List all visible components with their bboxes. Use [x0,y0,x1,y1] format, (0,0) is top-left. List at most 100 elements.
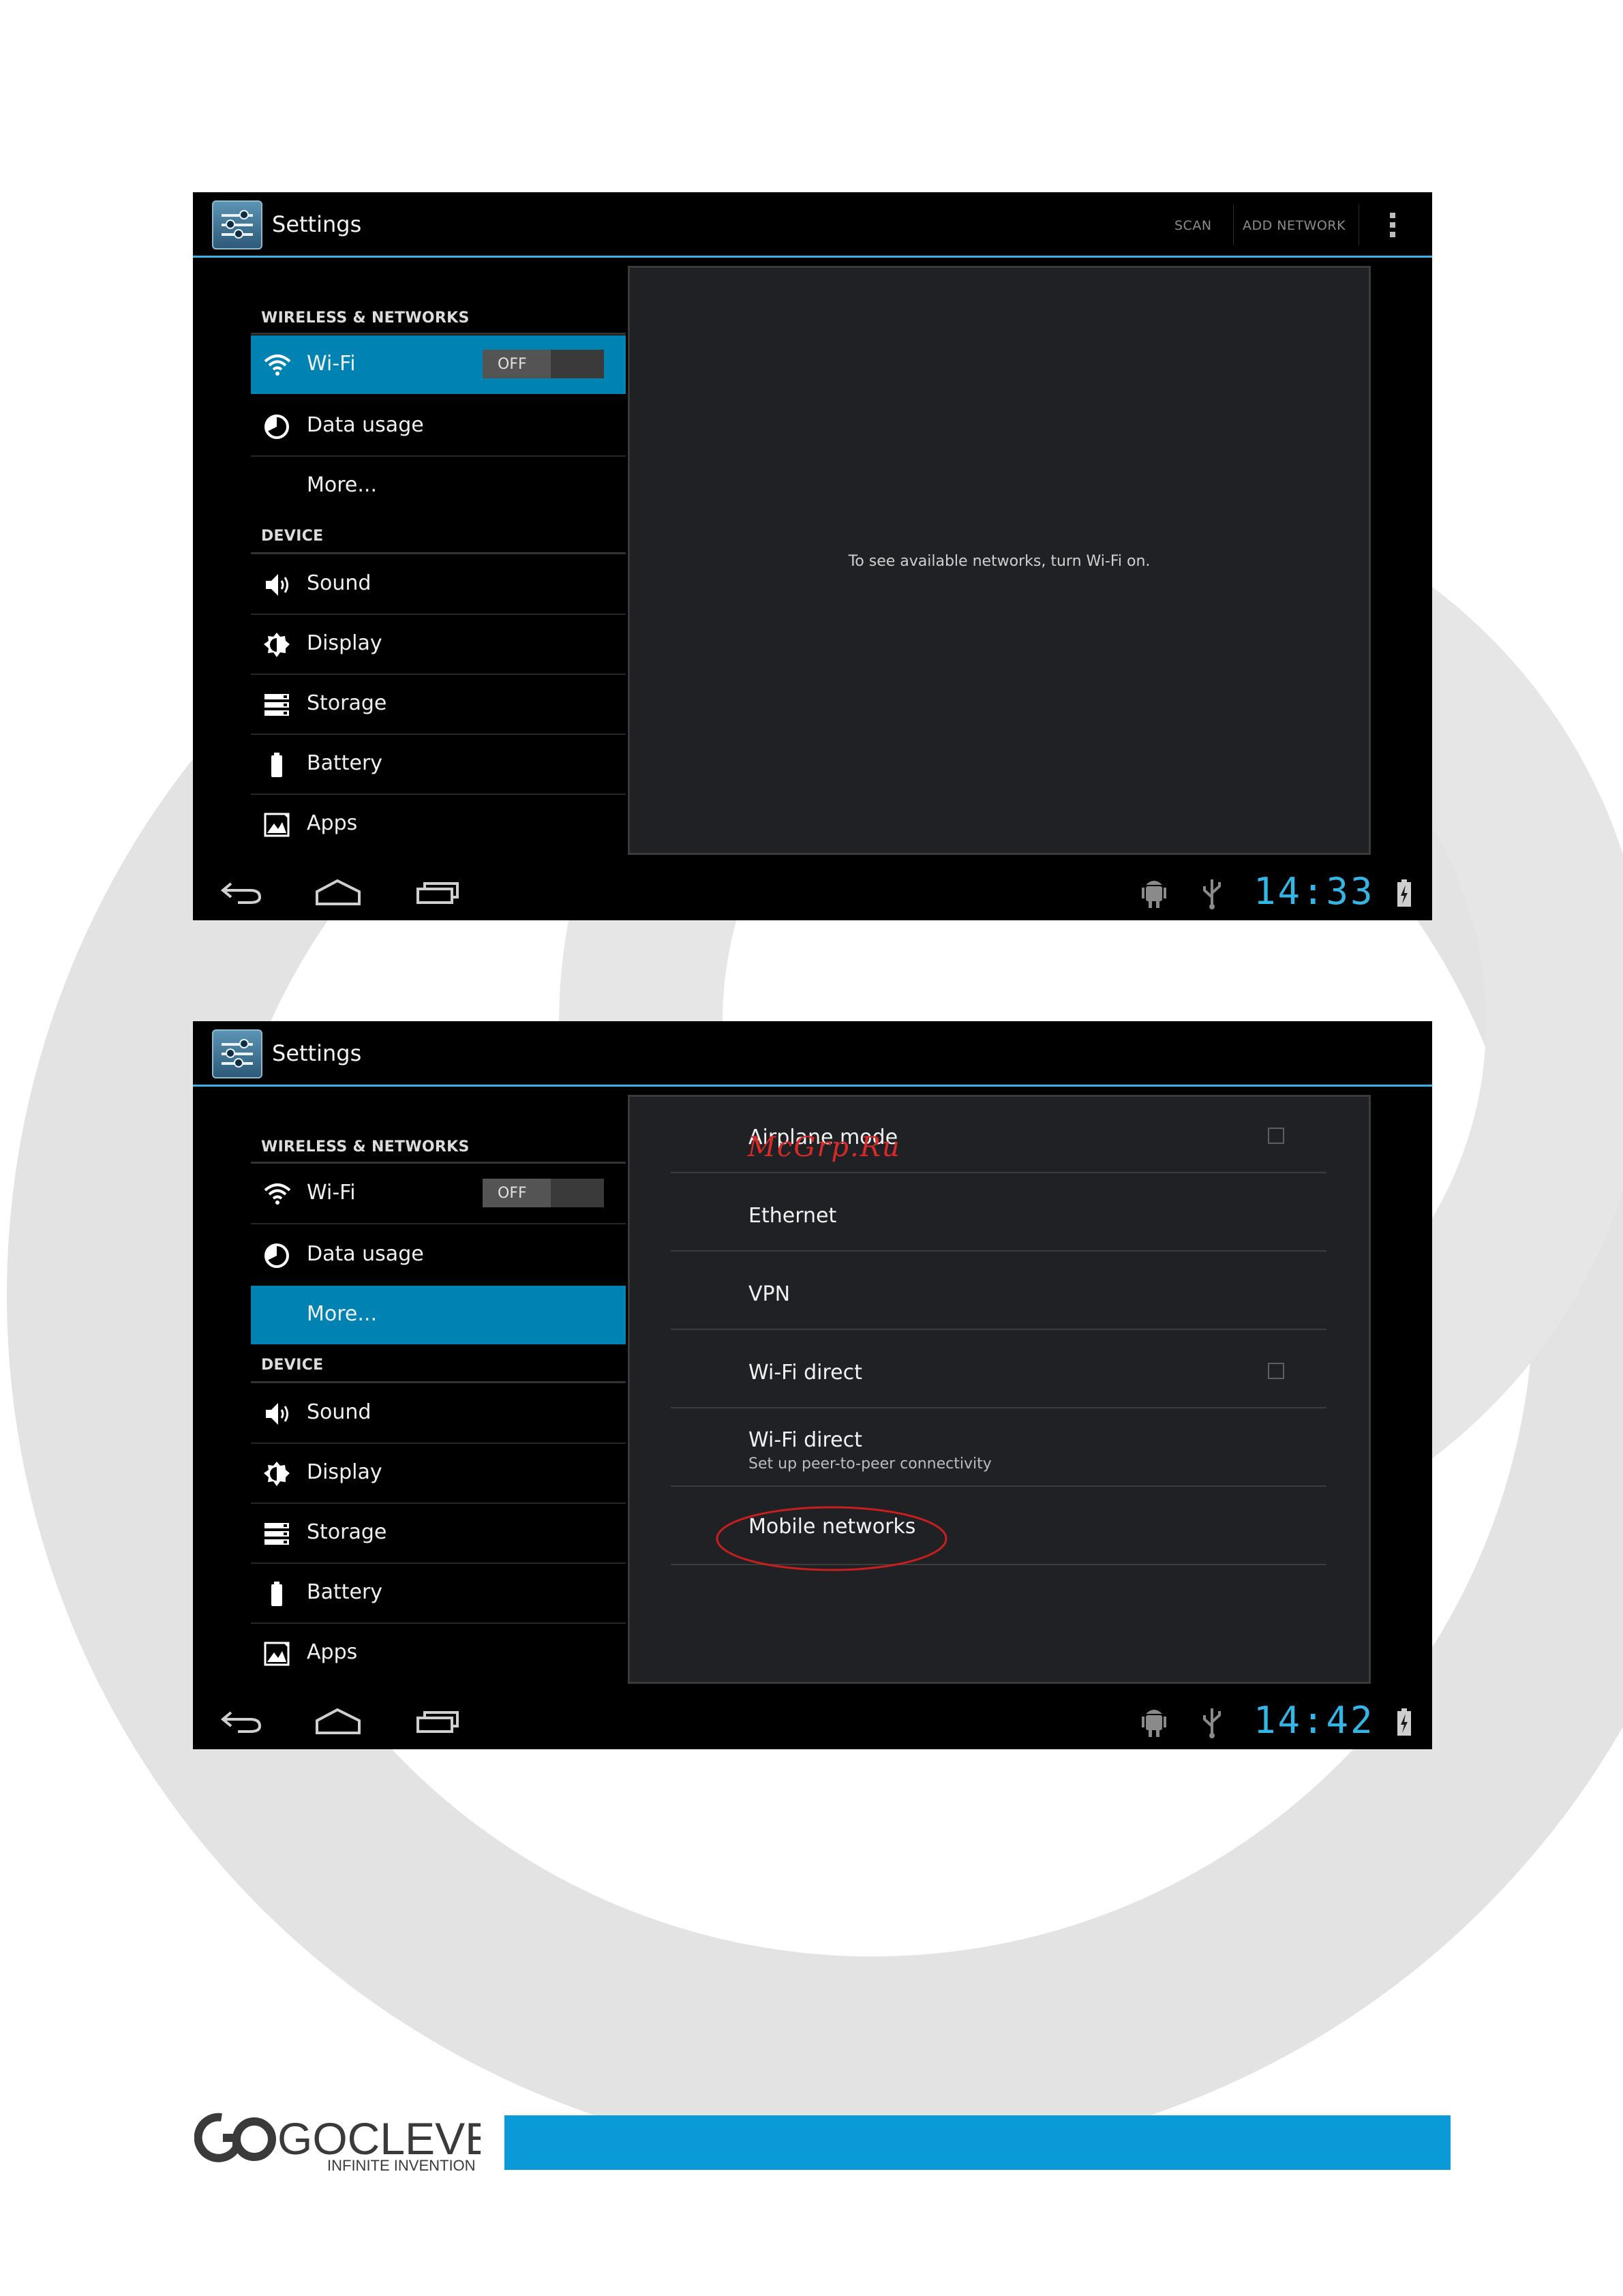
add-network-button[interactable]: ADD NETWORK [1243,218,1346,233]
wifi-toggle[interactable]: OFF [483,1179,604,1207]
option-title: VPN [748,1282,791,1306]
sidebar-item-label: Wi-Fi [307,1181,356,1205]
option-subtitle: Set up peer-to-peer connectivity [748,1455,992,1472]
recent-apps-icon[interactable] [415,1707,460,1736]
sidebar-item-label: More... [307,473,377,497]
more-options-panel: Airplane mode Ethernet VPN Wi-Fi direct … [628,1095,1371,1684]
settings-screenshot-more: Settings WIRELESS & NETWORKS Wi-Fi OFF D… [193,1021,1432,1749]
settings-app-icon[interactable] [212,200,262,250]
sidebar-item-label: Battery [307,751,383,775]
wifi-off-message: To see available networks, turn Wi-Fi on… [848,553,1151,570]
data-usage-icon [264,414,289,439]
wifi-direct-checkbox[interactable] [1268,1363,1284,1379]
sidebar-item-battery[interactable]: Battery [251,735,626,795]
logo-tagline: INFINITE INVENTION [327,2157,476,2174]
action-divider [1233,205,1234,245]
watermark-text: McGrp.Ru [748,1132,901,1163]
overflow-menu-icon[interactable] [1390,213,1397,240]
action-bar: Settings [193,1021,1432,1087]
sidebar-item-label: Battery [307,1580,383,1604]
home-icon[interactable] [314,878,362,907]
option-vpn[interactable]: VPN [671,1254,1326,1330]
usb-icon [1203,879,1221,909]
sidebar-item-wifi[interactable]: Wi-Fi OFF [251,335,626,394]
status-clock: 14:33 [1254,870,1375,913]
sidebar-item-sound[interactable]: Sound [251,1384,626,1444]
sidebar-item-label: Sound [307,1400,371,1424]
sidebar-item-data-usage[interactable]: Data usage [251,397,626,457]
section-divider [251,333,626,335]
home-icon[interactable] [314,1707,362,1736]
scan-button[interactable]: SCAN [1174,218,1212,233]
sidebar-item-label: Display [307,631,382,655]
section-divider [251,552,626,554]
sidebar-item-label: Apps [307,811,358,835]
sidebar-item-apps[interactable]: Apps [251,1624,626,1682]
detail-panel: To see available networks, turn Wi-Fi on… [628,266,1371,855]
sidebar-item-data-usage[interactable]: Data usage [251,1226,626,1284]
data-usage-icon [264,1243,289,1268]
sidebar-item-display[interactable]: Display [251,615,626,675]
sidebar-item-apps[interactable]: Apps [251,795,626,854]
sidebar-item-label: Data usage [307,1242,424,1266]
toggle-state: OFF [498,356,527,373]
toggle-state: OFF [498,1185,527,1202]
storage-icon [264,694,289,716]
brightness-icon [264,1462,290,1486]
app-title: Settings [272,1040,362,1066]
sidebar-item-battery[interactable]: Battery [251,1564,626,1624]
sidebar-item-more[interactable]: More... [251,1286,626,1344]
logo-wordmark: GOCLEVER [277,2113,481,2164]
wifi-icon [264,354,291,376]
option-title: Ethernet [748,1204,837,1228]
brightness-icon [264,633,290,657]
sidebar-item-storage[interactable]: Storage [251,1504,626,1564]
system-nav-bar: 14:42 [193,1696,1432,1749]
wifi-toggle[interactable]: OFF [483,350,604,378]
option-wifi-direct-toggle[interactable]: Wi-Fi direct [671,1332,1326,1408]
sidebar-item-display[interactable]: Display [251,1444,626,1504]
airplane-mode-checkbox[interactable] [1268,1128,1284,1144]
sidebar-item-label: Wi-Fi [307,352,356,376]
android-debug-icon [1142,881,1166,908]
section-header-wireless: WIRELESS & NETWORKS [261,1138,470,1155]
annotation-circle [716,1506,947,1571]
sidebar-item-label: Data usage [307,413,424,437]
back-icon[interactable] [217,879,265,907]
option-ethernet[interactable]: Ethernet [671,1175,1326,1252]
sidebar-item-wifi[interactable]: Wi-Fi OFF [251,1164,626,1224]
status-clock: 14:42 [1254,1699,1375,1742]
battery-icon [271,1582,282,1606]
section-divider [251,1381,626,1383]
section-header-device: DEVICE [261,528,324,545]
battery-charging-icon [1397,879,1411,907]
option-title: Wi-Fi direct [748,1361,862,1385]
speaker-icon [266,574,288,596]
sidebar-item-label: Sound [307,571,371,595]
footer-bar [504,2115,1451,2170]
sidebar-item-sound[interactable]: Sound [251,555,626,615]
action-bar: Settings SCAN ADD NETWORK [193,192,1432,258]
system-nav-bar: 14:33 [193,867,1432,920]
sidebar-item-more[interactable]: More... [251,457,626,515]
section-header-wireless: WIRELESS & NETWORKS [261,309,470,327]
app-title: Settings [272,211,362,237]
sidebar-item-storage[interactable]: Storage [251,675,626,735]
sidebar-item-label: Apps [307,1640,358,1664]
option-title: Wi-Fi direct [748,1428,862,1452]
settings-screenshot-wifi: Settings SCAN ADD NETWORK WIRELESS & NET… [193,192,1432,920]
storage-icon [264,1523,289,1545]
sidebar-item-label: Storage [307,691,387,715]
battery-charging-icon [1397,1708,1411,1736]
speaker-icon [266,1403,288,1425]
wifi-icon [264,1183,291,1205]
sidebar-item-label: More... [307,1302,377,1326]
apps-icon [264,813,290,837]
sidebar-item-label: Storage [307,1520,387,1544]
recent-apps-icon[interactable] [415,878,460,907]
sidebar-item-label: Display [307,1460,382,1484]
option-wifi-direct-settings[interactable]: Wi-Fi direct Set up peer-to-peer connect… [671,1410,1326,1487]
settings-app-icon[interactable] [212,1029,262,1078]
back-icon[interactable] [217,1708,265,1736]
section-divider [251,1162,626,1164]
